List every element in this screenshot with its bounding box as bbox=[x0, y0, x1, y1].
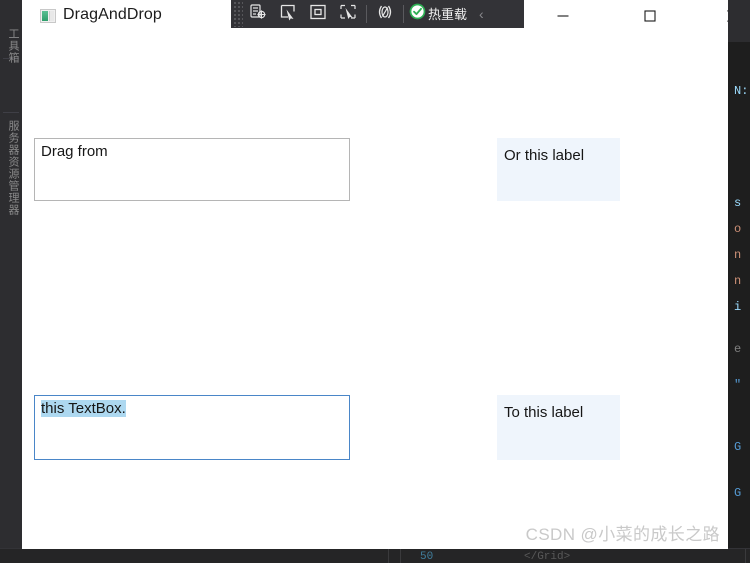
code-fragment: </Grid> bbox=[524, 551, 571, 563]
minimize-button[interactable] bbox=[540, 0, 586, 31]
select-element-button[interactable] bbox=[273, 1, 303, 27]
toolbar-separator bbox=[403, 5, 404, 23]
code-fragment: 50 bbox=[420, 551, 434, 563]
hot-reload-label: 热重载 bbox=[428, 6, 468, 22]
toolbar-separator bbox=[366, 5, 367, 23]
xaml-live-preview-button[interactable] bbox=[370, 1, 400, 27]
source-textbox[interactable]: Drag from bbox=[34, 138, 350, 201]
close-icon bbox=[727, 9, 728, 22]
toolbar-drag-grip[interactable] bbox=[233, 1, 243, 27]
code-fragment: i bbox=[734, 300, 742, 314]
or-this-label-text: Or this label bbox=[504, 147, 585, 164]
code-fragment: o bbox=[734, 222, 742, 236]
code-fragment: :N bbox=[734, 84, 749, 98]
target-textbox-selected-text: this TextBox. bbox=[41, 400, 126, 417]
app-window-icon bbox=[40, 9, 56, 23]
rail-item-toolbox[interactable]: 工具箱 bbox=[1, 28, 21, 64]
layout-adorner-icon bbox=[309, 3, 327, 26]
toolbar-collapse-chevron-icon[interactable]: ‹ bbox=[471, 7, 490, 21]
xaml-debug-toolbar[interactable]: 热重载 ‹ bbox=[231, 0, 524, 28]
maximize-icon bbox=[644, 9, 656, 22]
xaml-live-preview-icon bbox=[376, 3, 394, 26]
source-textbox-value: Drag from bbox=[41, 143, 108, 160]
maximize-button[interactable] bbox=[627, 0, 673, 31]
code-fragment: n bbox=[734, 274, 742, 288]
display-layout-adorners-button[interactable] bbox=[303, 1, 333, 27]
code-fragment: s bbox=[734, 196, 742, 210]
to-this-label-text: To this label bbox=[504, 404, 584, 421]
or-this-label[interactable]: Or this label bbox=[497, 138, 620, 201]
to-this-label[interactable]: To this label bbox=[497, 395, 620, 460]
green-check-circle-icon bbox=[409, 3, 426, 25]
app-window: DragAndDrop 热重载 ‹ Drag from this TextBox… bbox=[22, 0, 728, 549]
ide-bottom-strip: 50 </Grid> bbox=[0, 548, 750, 563]
rail-item-server-explorer[interactable]: 服务器资源管理器 bbox=[1, 120, 21, 216]
code-fragment: G bbox=[734, 440, 742, 454]
window-title: DragAndDrop bbox=[63, 6, 162, 23]
ide-left-rail: 工具箱 服务器资源管理器 bbox=[0, 0, 23, 563]
code-fragment: n bbox=[734, 248, 742, 262]
target-textbox[interactable]: this TextBox. bbox=[34, 395, 350, 460]
code-fragment: e bbox=[734, 342, 742, 356]
close-button[interactable] bbox=[710, 0, 728, 31]
code-fragment: G bbox=[734, 486, 742, 500]
watermark: CSDN @小菜的成长之路 bbox=[525, 525, 720, 544]
go-to-live-visual-tree-icon bbox=[249, 3, 267, 26]
minimize-icon bbox=[557, 14, 569, 17]
go-to-live-visual-tree-button[interactable] bbox=[243, 1, 273, 27]
track-focused-element-button[interactable] bbox=[333, 1, 363, 27]
app-client-area: Drag from this TextBox. Or this label To… bbox=[22, 31, 728, 549]
window-titlebar[interactable]: DragAndDrop 热重载 ‹ bbox=[22, 0, 728, 31]
track-focus-icon bbox=[339, 3, 357, 26]
hot-reload-button[interactable]: 热重载 bbox=[407, 1, 471, 27]
code-fragment: " bbox=[734, 378, 742, 392]
cursor-select-icon bbox=[279, 3, 297, 26]
